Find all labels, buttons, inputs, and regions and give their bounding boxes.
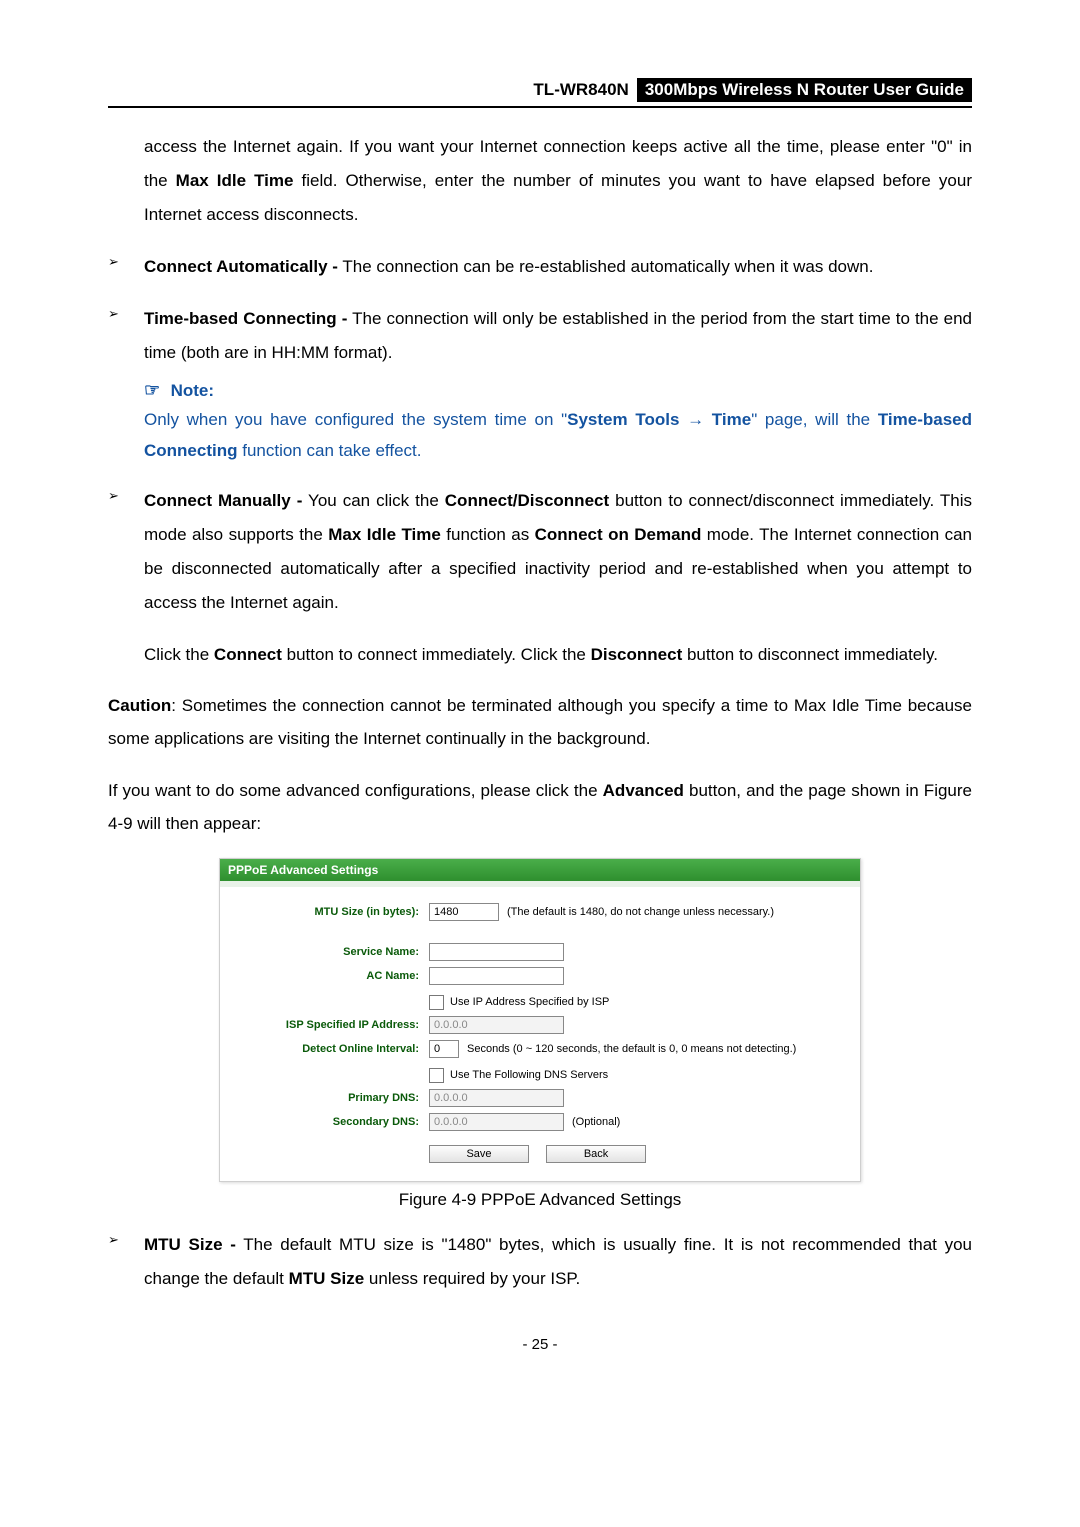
text: button to connect immediately. Click the [282, 645, 591, 664]
label-mtu: MTU Size (in bytes): [234, 906, 429, 918]
text: You can click the [302, 491, 444, 510]
page-number: - 25 - [108, 1336, 972, 1353]
bold-max-idle-time: Max Idle Time [176, 171, 294, 190]
intro-continuation: access the Internet again. If you want y… [144, 130, 972, 232]
back-button[interactable]: Back [546, 1145, 646, 1163]
page-header: TL-WR840N 300Mbps Wireless N Router User… [108, 78, 972, 108]
hint-mtu: (The default is 1480, do not change unle… [499, 906, 774, 918]
bold-mtu-size: MTU Size [289, 1269, 365, 1288]
note-body: Only when you have configured the system… [144, 405, 972, 466]
text: function as [441, 525, 535, 544]
row-use-dns-checkbox: Use The Following DNS Servers [429, 1068, 846, 1083]
bold-connect-on-demand: Connect on Demand [535, 525, 702, 544]
hint-detect: Seconds (0 ~ 120 seconds, the default is… [459, 1043, 796, 1055]
input-isp-ip[interactable] [429, 1016, 564, 1034]
row-secondary-dns: Secondary DNS: (Optional) [234, 1113, 846, 1131]
checkbox-use-dns[interactable] [429, 1068, 444, 1083]
label-secondary-dns: Secondary DNS: [234, 1116, 429, 1128]
save-button[interactable]: Save [429, 1145, 529, 1163]
bullet-icon: ➢ [108, 1228, 144, 1296]
text: If you want to do some advanced configur… [108, 781, 603, 800]
bullet-body: The connection can be re-established aut… [338, 257, 874, 276]
bullet-connect-manually: ➢ Connect Manually - You can click the C… [108, 484, 972, 620]
input-secondary-dns[interactable] [429, 1113, 564, 1131]
pppoe-advanced-settings-panel: PPPoE Advanced Settings MTU Size (in byt… [219, 858, 861, 1182]
text: button to disconnect immediately. [682, 645, 938, 664]
bullet-label: Connect Manually - [144, 491, 302, 510]
text: " page, will the [751, 410, 878, 429]
label-ac-name: AC Name: [234, 970, 429, 982]
row-service-name: Service Name: [234, 943, 846, 961]
hint-optional: (Optional) [564, 1116, 620, 1128]
bold-disconnect: Disconnect [591, 645, 683, 664]
note-heading: Note: [171, 381, 214, 400]
label-detect: Detect Online Interval: [234, 1043, 429, 1055]
text: function can take effect. [238, 441, 422, 460]
bullet-icon: ➢ [108, 302, 144, 370]
caution-label: Caution [108, 696, 171, 715]
bullet-connect-automatically: ➢ Connect Automatically - The connection… [108, 250, 972, 284]
bold-connect: Connect [214, 645, 282, 664]
advanced-para: If you want to do some advanced configur… [108, 774, 972, 840]
input-service-name[interactable] [429, 943, 564, 961]
click-connect-para: Click the Connect button to connect imme… [144, 638, 972, 671]
label-use-dns: Use The Following DNS Servers [450, 1069, 608, 1081]
bullet-label: Time-based Connecting - [144, 309, 347, 328]
bold-max-idle-time: Max Idle Time [328, 525, 441, 544]
row-mtu: MTU Size (in bytes): (The default is 148… [234, 903, 846, 921]
text: Only when you have configured the system… [144, 410, 567, 429]
caution-text: : Sometimes the connection cannot be ter… [108, 696, 972, 748]
button-row: Save Back [429, 1145, 846, 1163]
bullet-label: Connect Automatically - [144, 257, 338, 276]
label-primary-dns: Primary DNS: [234, 1092, 429, 1104]
bullet-time-based: ➢ Time-based Connecting - The connection… [108, 302, 972, 370]
row-detect-interval: Detect Online Interval: Seconds (0 ~ 120… [234, 1040, 846, 1058]
text: Click the [144, 645, 214, 664]
figure-caption: Figure 4-9 PPPoE Advanced Settings [108, 1190, 972, 1210]
row-use-ip-checkbox: Use IP Address Specified by ISP [429, 995, 846, 1010]
bullet-mtu-size: ➢ MTU Size - The default MTU size is "14… [108, 1228, 972, 1296]
input-mtu[interactable] [429, 903, 499, 921]
label-use-ip: Use IP Address Specified by ISP [450, 996, 609, 1008]
caution-para: Caution: Sometimes the connection cannot… [108, 689, 972, 755]
input-detect-interval[interactable] [429, 1040, 459, 1058]
panel-title: PPPoE Advanced Settings [220, 859, 860, 881]
header-title: 300Mbps Wireless N Router User Guide [637, 78, 972, 102]
note-block: ☞ Note: Only when you have configured th… [144, 380, 972, 466]
checkbox-use-ip[interactable] [429, 995, 444, 1010]
row-isp-ip: ISP Specified IP Address: [234, 1016, 846, 1034]
bold-connect-disconnect: Connect/Disconnect [445, 491, 609, 510]
input-ac-name[interactable] [429, 967, 564, 985]
hand-point-icon: ☞ [144, 380, 160, 400]
bullet-label: MTU Size - [144, 1235, 236, 1254]
bold-system-tools-time: System Tools → Time [567, 410, 751, 429]
bullet-icon: ➢ [108, 484, 144, 620]
bold-advanced: Advanced [603, 781, 684, 800]
text: unless required by your ISP. [364, 1269, 580, 1288]
header-model: TL-WR840N [533, 80, 636, 100]
label-service-name: Service Name: [234, 946, 429, 958]
row-ac-name: AC Name: [234, 967, 846, 985]
input-primary-dns[interactable] [429, 1089, 564, 1107]
row-primary-dns: Primary DNS: [234, 1089, 846, 1107]
label-isp-ip: ISP Specified IP Address: [234, 1019, 429, 1031]
bullet-icon: ➢ [108, 250, 144, 284]
